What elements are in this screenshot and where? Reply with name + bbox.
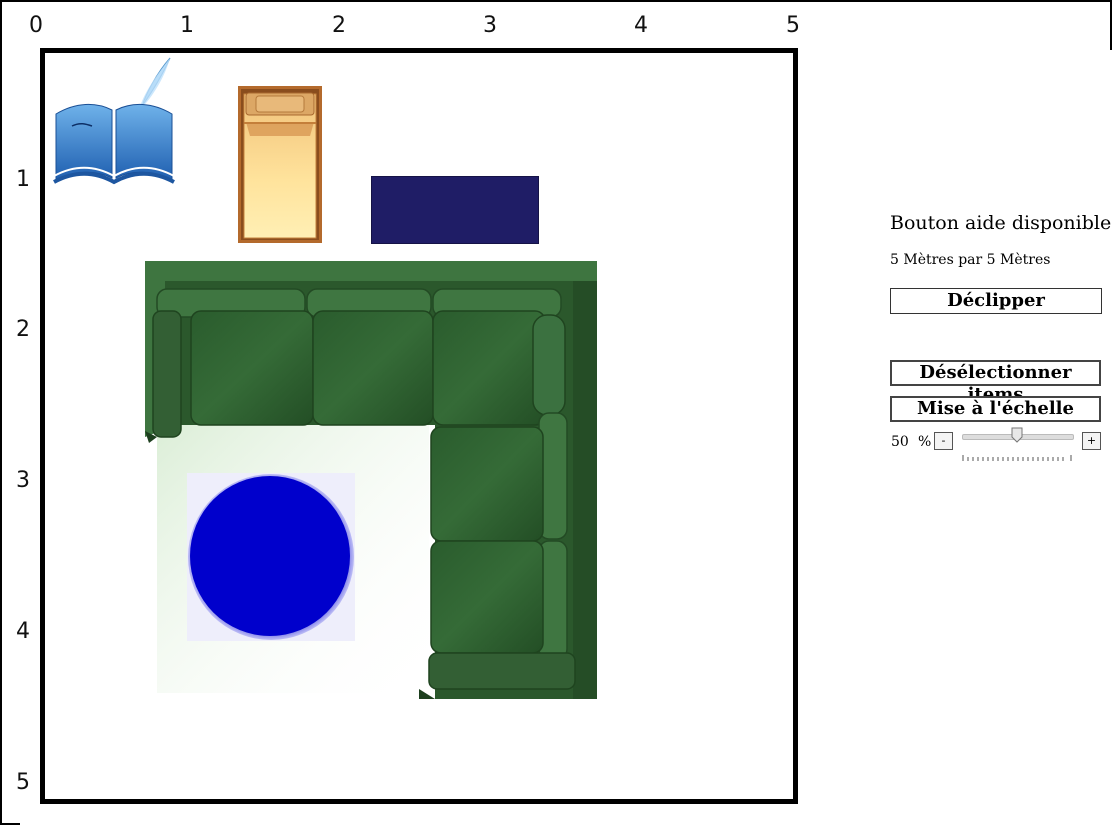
y-axis-label-5: 5 — [16, 770, 30, 795]
zoom-slider-ticks — [962, 446, 1072, 461]
declipper-button[interactable]: Déclipper — [890, 288, 1102, 314]
zoom-slider-thumb[interactable] — [1011, 427, 1023, 443]
zoom-in-button[interactable]: + — [1082, 432, 1101, 450]
page-frame-top — [0, 0, 1112, 2]
book-quill-icon[interactable] — [52, 56, 176, 186]
x-axis-label-0: 0 — [29, 13, 43, 38]
deselect-items-button[interactable]: Désélectionner items — [890, 360, 1101, 405]
zoom-unit: % — [918, 434, 932, 450]
x-axis-label-1: 1 — [180, 13, 194, 38]
y-axis-label-1: 1 — [16, 167, 30, 192]
scale-button[interactable]: Mise à l'échelle — [890, 396, 1101, 422]
round-table[interactable] — [187, 473, 355, 641]
zoom-out-button[interactable]: - — [934, 432, 953, 450]
y-axis-label-3: 3 — [16, 468, 30, 493]
x-axis-label-4: 4 — [634, 13, 648, 38]
x-axis-label-2: 2 — [332, 13, 346, 38]
y-axis-label-2: 2 — [16, 317, 30, 342]
x-axis-label-3: 3 — [483, 13, 497, 38]
x-axis-label-5: 5 — [786, 13, 800, 38]
zoom-value: 50 — [891, 434, 909, 450]
navy-rug[interactable] — [371, 176, 539, 244]
help-available-text: Bouton aide disponible! — [890, 212, 1112, 234]
room-dimensions-text: 5 Mètres par 5 Mètres — [890, 252, 1051, 268]
y-axis-label-4: 4 — [16, 619, 30, 644]
page-frame-left — [0, 0, 2, 825]
bed[interactable] — [238, 86, 322, 243]
